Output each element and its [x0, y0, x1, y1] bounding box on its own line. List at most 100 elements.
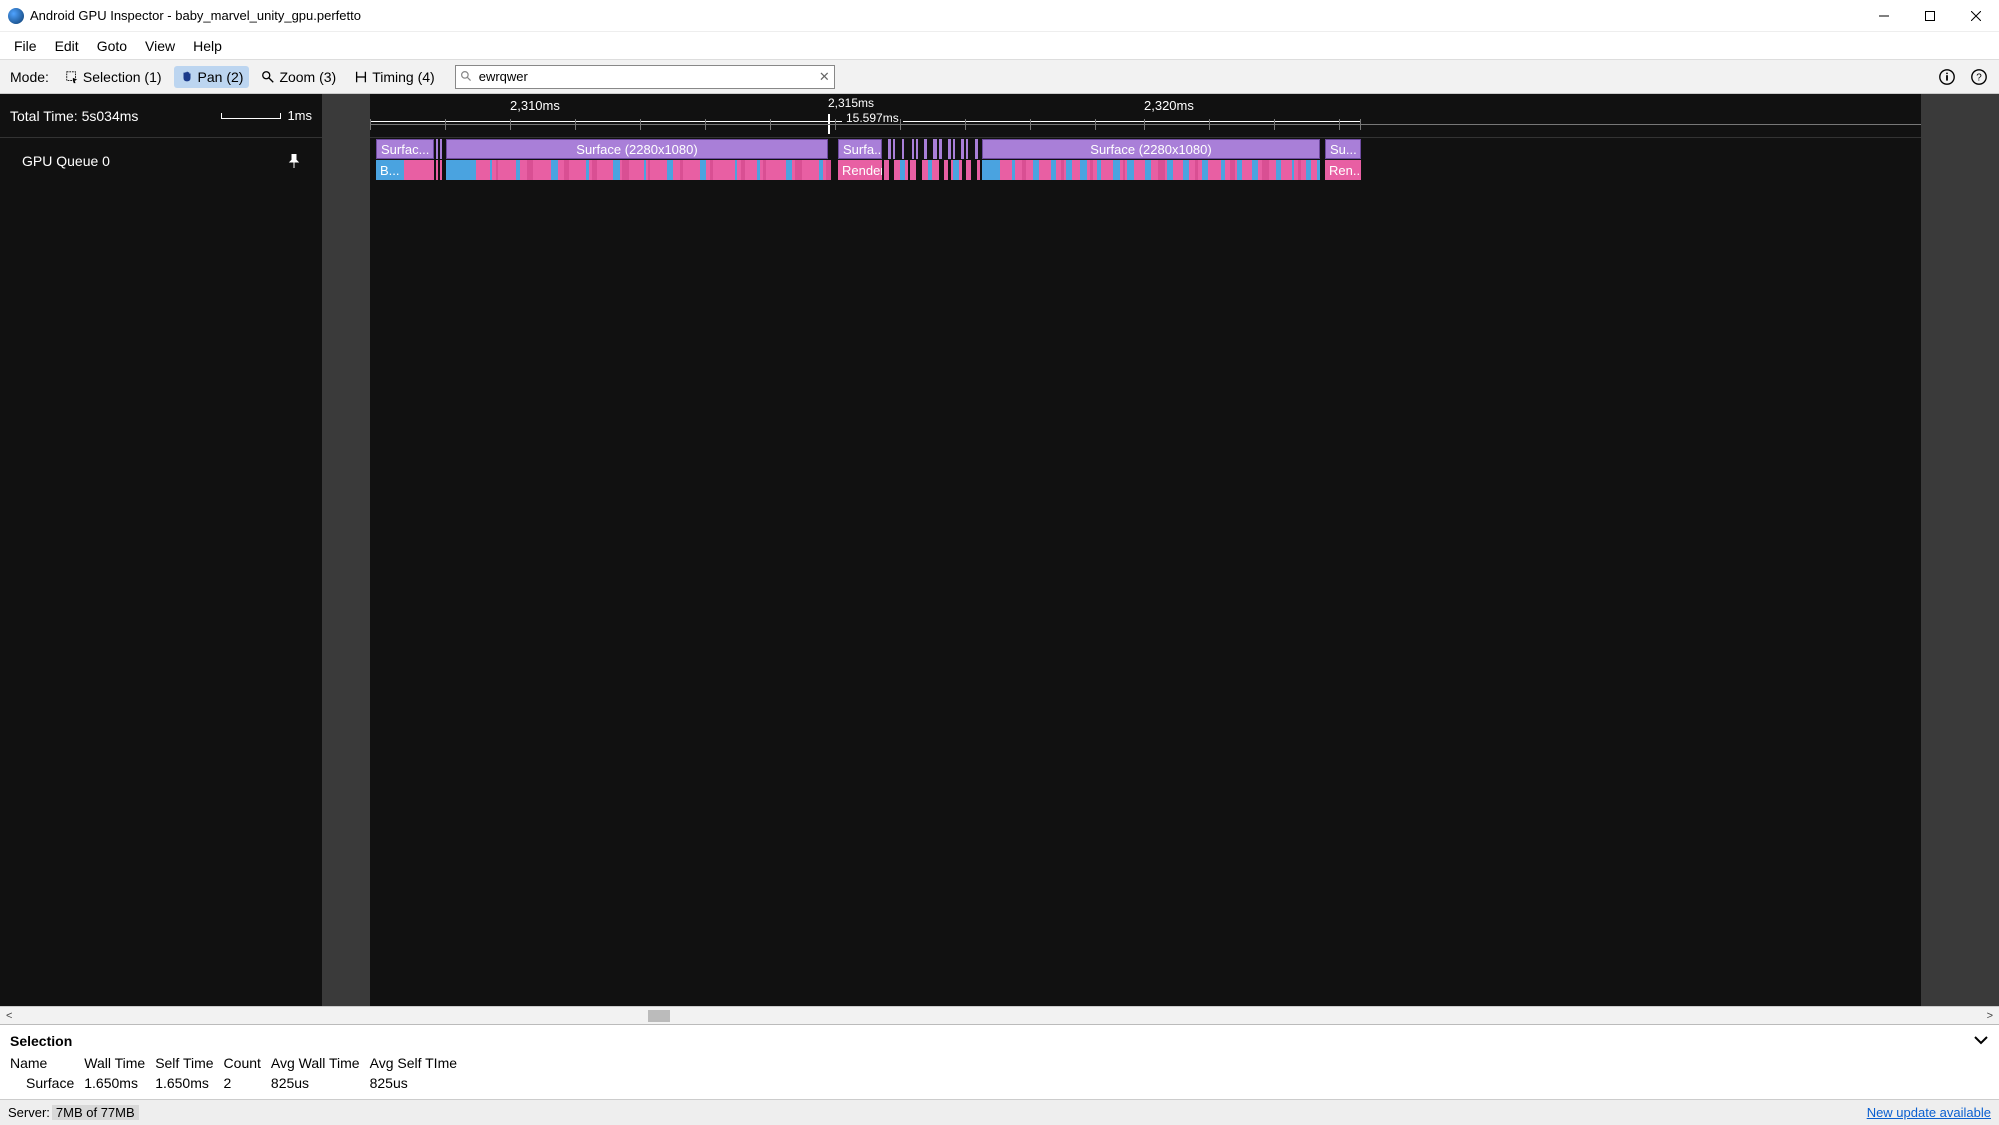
ruler-axis [370, 119, 1921, 131]
menu-help[interactable]: Help [187, 36, 228, 56]
slice-surface[interactable]: Surfa... [838, 139, 882, 159]
titlebar: Android GPU Inspector - baby_marvel_unit… [0, 0, 1999, 32]
info-icon [1938, 68, 1956, 86]
update-link[interactable]: New update available [1867, 1105, 1991, 1120]
col-self[interactable]: Self Time [155, 1053, 223, 1073]
mode-label: Mode: [6, 69, 53, 85]
search-input[interactable] [473, 69, 819, 84]
maximize-button[interactable] [1907, 0, 1953, 32]
slice[interactable] [902, 139, 904, 159]
slice[interactable] [440, 139, 442, 159]
slice[interactable] [961, 139, 964, 159]
slice[interactable] [953, 139, 955, 159]
slice[interactable] [440, 160, 442, 180]
menubar: File Edit Goto View Help [0, 32, 1999, 60]
total-time-label: Total Time: 5s034ms [10, 108, 138, 124]
col-avgself[interactable]: Avg Self TIme [370, 1053, 467, 1073]
slice[interactable] [975, 139, 978, 159]
scroll-right-arrow[interactable]: > [1987, 1010, 1993, 1022]
time-marker[interactable]: 2,315ms [828, 96, 874, 110]
mode-selection-label: Selection (1) [83, 69, 162, 85]
gap [920, 139, 922, 159]
mode-zoom-label: Zoom (3) [279, 69, 336, 85]
slice[interactable] [893, 139, 895, 159]
mode-timing-label: Timing (4) [372, 69, 435, 85]
col-name[interactable]: Name [10, 1053, 84, 1073]
time-ruler[interactable]: 2,310ms 2,320ms 2,315ms 15.597ms [370, 94, 1921, 138]
slice[interactable] [924, 139, 927, 159]
scroll-left-arrow[interactable]: < [6, 1010, 12, 1022]
timeline-viewport[interactable]: 2,310ms 2,320ms 2,315ms 15.597ms [370, 94, 1921, 1006]
col-count[interactable]: Count [224, 1053, 271, 1073]
gap [897, 139, 900, 159]
slice[interactable] [912, 139, 914, 159]
time-scale: 1ms [221, 108, 312, 123]
slice-stripes[interactable] [476, 160, 828, 180]
slice[interactable] [436, 139, 438, 159]
timeline-area: Total Time: 5s034ms 1ms GPU Queue 0 2,31… [0, 94, 1999, 1006]
col-avgwall[interactable]: Avg Wall Time [271, 1053, 370, 1073]
info-button[interactable] [1933, 63, 1961, 91]
gap [906, 139, 910, 159]
track-header-pane: Total Time: 5s034ms 1ms GPU Queue 0 [0, 94, 322, 1006]
table-row[interactable]: Surface 1.650ms 1.650ms 2 825us 825us [10, 1073, 467, 1093]
menu-edit[interactable]: Edit [49, 36, 85, 56]
slice[interactable] [948, 139, 951, 159]
mode-timing-button[interactable]: Timing (4) [348, 66, 441, 88]
horizontal-scrollbar[interactable]: < > [0, 1006, 1999, 1024]
collapse-button[interactable] [1973, 1033, 1989, 1049]
statusbar: Server: 7MB of 77MB New update available [0, 1099, 1999, 1125]
slice-surface[interactable]: Surface (2280x1080) [982, 139, 1320, 159]
slice[interactable] [446, 160, 476, 180]
selection-table: Name Wall Time Self Time Count Avg Wall … [10, 1053, 467, 1093]
selection-heading: Selection [10, 1033, 72, 1049]
slice[interactable] [404, 160, 434, 180]
server-label: Server: [8, 1105, 50, 1120]
menu-view[interactable]: View [139, 36, 181, 56]
menu-file[interactable]: File [8, 36, 43, 56]
search-icon [460, 70, 473, 83]
col-wall[interactable]: Wall Time [84, 1053, 155, 1073]
mode-pan-button[interactable]: Pan (2) [174, 66, 250, 88]
slice[interactable] [916, 139, 918, 159]
slice[interactable] [888, 139, 891, 159]
scrollbar-thumb[interactable] [648, 1010, 670, 1022]
track-lanes[interactable]: Surfac... Surface (2280x1080) Surfa... [370, 138, 1921, 1006]
app-icon [8, 8, 24, 24]
track-name: GPU Queue 0 [22, 153, 110, 169]
search-box[interactable]: ✕ [455, 65, 835, 89]
slice-surface[interactable]: Surfac... [376, 139, 434, 159]
table-header-row: Name Wall Time Self Time Count Avg Wall … [10, 1053, 467, 1073]
gap [957, 139, 959, 159]
mode-selection-button[interactable]: Selection (1) [59, 66, 168, 88]
pin-icon[interactable] [288, 154, 300, 168]
slice[interactable] [939, 139, 942, 159]
mode-pan-label: Pan (2) [198, 69, 244, 85]
slice-b[interactable]: B... [376, 160, 404, 180]
slice[interactable] [982, 160, 1000, 180]
slice[interactable] [966, 139, 968, 159]
selection-icon [65, 70, 79, 84]
slice-surface[interactable]: Su... [1325, 139, 1361, 159]
ruler-tick: 2,310ms [510, 98, 560, 113]
clear-search-button[interactable]: ✕ [819, 69, 830, 85]
track-header-gpu-queue[interactable]: GPU Queue 0 [0, 138, 322, 184]
pan-icon [180, 70, 194, 84]
slice-stripes[interactable] [1000, 160, 1320, 180]
mode-zoom-button[interactable]: Zoom (3) [255, 66, 342, 88]
slice-render[interactable]: Render [838, 160, 882, 180]
slice[interactable] [436, 160, 438, 180]
chevron-down-icon [1973, 1034, 1989, 1046]
svg-text:?: ? [1976, 72, 1982, 83]
slice-stripes[interactable] [884, 160, 980, 180]
slice-render[interactable]: Ren... [1325, 160, 1361, 180]
menu-goto[interactable]: Goto [91, 36, 133, 56]
slice-surface[interactable]: Surface (2280x1080) [446, 139, 828, 159]
close-button[interactable] [1953, 0, 1999, 32]
zoom-icon [261, 70, 275, 84]
help-button[interactable]: ? [1965, 63, 1993, 91]
gap [929, 139, 931, 159]
slice[interactable] [933, 139, 937, 159]
minimize-button[interactable] [1861, 0, 1907, 32]
window-title: Android GPU Inspector - baby_marvel_unit… [30, 8, 361, 23]
